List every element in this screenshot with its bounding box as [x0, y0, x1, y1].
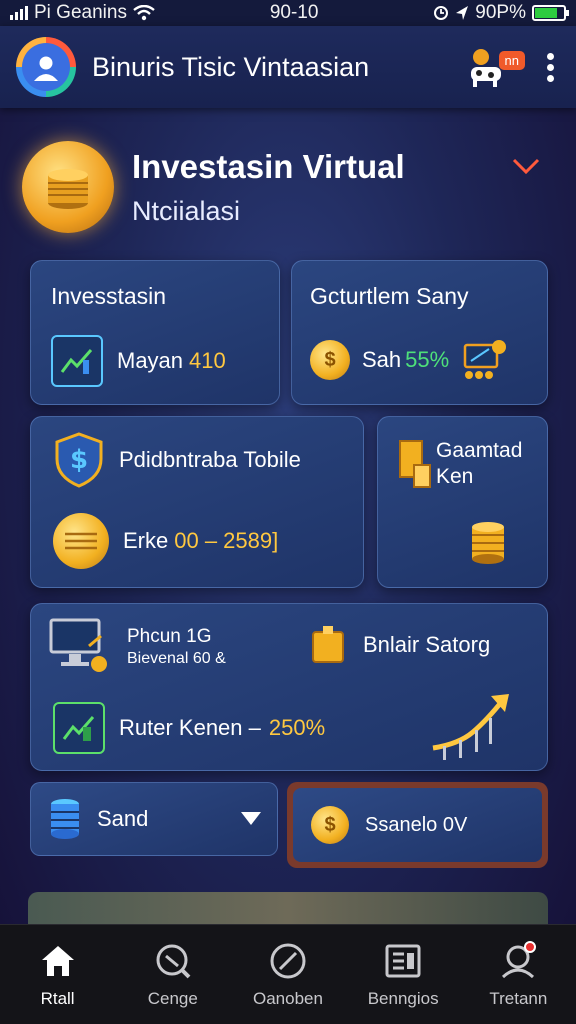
coin-stack-icon	[51, 799, 79, 839]
portfolio-card[interactable]: $ Pdidbntraba Tobile Erke 00 – 2589]	[30, 416, 364, 588]
location-icon	[456, 6, 469, 20]
wifi-icon	[133, 5, 155, 21]
hero-subtitle: Ntciialasi	[132, 195, 241, 226]
document-icon	[383, 941, 423, 981]
battery-icon	[531, 5, 569, 21]
portfolio-value: 00 – 2589]	[174, 528, 279, 553]
rate-row: Ruter Kenen – 250%	[53, 702, 325, 754]
bottom-nav: Rtall Cenge Oanoben Benngios Tretann	[0, 924, 576, 1024]
alarm-icon	[434, 6, 449, 20]
guarantee-line2: Ken	[436, 465, 474, 488]
investment-card-title: Invesstasin	[51, 283, 167, 309]
phone-right-label: Bnlair Satorg	[363, 632, 491, 657]
nav-label-documents: Benngios	[367, 988, 439, 1008]
status-time: 90-10	[269, 2, 319, 23]
nav-item-search[interactable]: Cenge	[123, 941, 223, 1009]
app-title: Binuris Tisic Vintaasian	[92, 51, 370, 82]
battery-percent: 90P%	[475, 2, 526, 23]
nav-item-profile[interactable]: Tretann	[468, 940, 568, 1009]
monitor-coin-icon	[463, 340, 507, 379]
compass-icon	[268, 941, 308, 981]
current-row: $ Sah 55%	[310, 337, 509, 383]
current-value: 55%	[405, 347, 450, 372]
coin-stack-icon	[22, 141, 114, 233]
guarantee-line1: Gaamtad	[436, 439, 523, 462]
dropdown-arrow-icon	[241, 812, 261, 825]
status-left: Pi Geanins	[10, 2, 155, 24]
user-icon	[22, 43, 70, 91]
hero-section[interactable]: Investasin Virtual Ntciialasi	[22, 132, 548, 242]
investment-row: Mayan 410	[51, 335, 226, 387]
carrier-name: Pi Geanins	[34, 2, 127, 23]
status-bar: Pi Geanins 90-10 90P%	[0, 0, 576, 26]
dollar-coin-icon: $	[310, 340, 350, 380]
rate-label: Ruter Kenen –	[119, 715, 261, 740]
select-label: Sand	[97, 806, 149, 831]
hero-text: Investasin Virtual Ntciialasi	[132, 148, 405, 227]
confirm-button[interactable]: $ Ssanelo 0V	[287, 782, 548, 868]
portfolio-title-row: $ Pdidbntraba Tobile	[53, 431, 301, 489]
profile-icon	[498, 940, 538, 981]
search-icon	[153, 941, 193, 981]
app-header: Binuris Tisic Vintaasian nn	[0, 26, 576, 108]
investment-label: Mayan	[117, 348, 184, 373]
notification-dot	[524, 940, 537, 953]
monitor-icon	[49, 618, 107, 672]
gold-box-icon	[312, 626, 344, 663]
trend-arrow-icon	[432, 694, 509, 760]
investment-value: 410	[189, 348, 226, 373]
phone-subtitle: Bievenal 60 &	[127, 650, 226, 667]
current-card-title: Gcturtlem Sany	[310, 283, 469, 309]
svg-text:$: $	[70, 445, 88, 475]
nav-label-compass: Oanoben	[252, 988, 323, 1008]
guarantee-card[interactable]: Gaamtad Ken	[377, 416, 548, 588]
signal-icon	[10, 6, 28, 20]
nav-item-compass[interactable]: Oanoben	[238, 941, 338, 1009]
chart-up-icon	[51, 335, 103, 387]
nav-item-home[interactable]: Rtall	[8, 941, 108, 1009]
portfolio-label: Erke	[123, 528, 169, 553]
chevron-down-icon[interactable]	[512, 152, 540, 183]
avatar[interactable]	[16, 37, 76, 97]
confirm-label: Ssanelo 0V	[365, 813, 468, 836]
confirm-button-inner: $ Ssanelo 0V	[293, 788, 542, 862]
portfolio-value-row: Erke 00 – 2589]	[53, 513, 278, 569]
investment-card[interactable]: Invesstasin Mayan 410	[30, 260, 280, 405]
gold-bars-icon	[399, 440, 431, 488]
nav-label-profile: Tretann	[489, 988, 548, 1008]
hero-title: Investasin Virtual	[132, 147, 405, 185]
nav-label-search: Cenge	[147, 988, 198, 1008]
phone-title: Phcun 1G	[127, 626, 212, 647]
more-options-icon[interactable]	[541, 52, 560, 82]
nav-item-documents[interactable]: Benngios	[353, 941, 453, 1009]
notification-badge: nn	[498, 51, 525, 70]
portfolio-title: Pdidbntraba Tobile	[119, 447, 301, 472]
notification-button[interactable]: nn	[467, 45, 525, 89]
coin-stack-icon	[53, 513, 109, 569]
status-right: 90P%	[433, 2, 569, 24]
shield-dollar-icon: $	[55, 432, 103, 488]
home-icon	[38, 941, 78, 981]
current-label: Sah	[362, 347, 402, 372]
coin-stack-icon	[472, 522, 504, 564]
dollar-coin-icon: $	[311, 806, 349, 844]
nav-label-home: Rtall	[40, 988, 75, 1008]
rate-value: 250%	[268, 715, 326, 740]
chart-up-icon	[53, 702, 105, 754]
coin-select-dropdown[interactable]: Sand	[30, 782, 278, 856]
phone-card[interactable]: Phcun 1G Bievenal 60 & Bnlair Satorg Rut…	[30, 603, 548, 771]
current-card[interactable]: Gcturtlem Sany $ Sah 55%	[291, 260, 548, 405]
